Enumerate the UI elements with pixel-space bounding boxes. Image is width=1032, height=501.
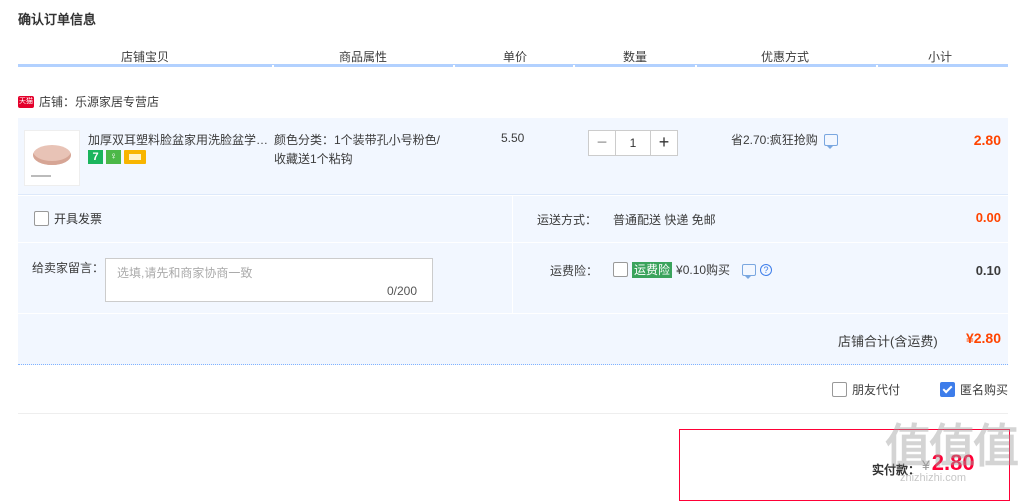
col-header-attr: 商品属性: [338, 50, 387, 64]
message-char-count: 0/200: [387, 284, 418, 298]
help-icon[interactable]: ?: [760, 263, 773, 276]
shop-row: 天猫 店铺：乐源家居专营店: [18, 93, 159, 110]
anonymous-option[interactable]: 匿名购买: [940, 381, 1008, 398]
insurance-option: 运费险 ¥0.10购买 ?: [613, 261, 773, 279]
product-thumbnail[interactable]: [24, 130, 80, 186]
invoice-checkbox[interactable]: [34, 211, 49, 226]
anonymous-label: 匿名购买: [960, 383, 1009, 397]
friend-pay-checkbox[interactable]: [832, 382, 847, 397]
header-gap: [695, 65, 697, 68]
promo-text: 省2.70:疯狂抢购: [731, 133, 818, 147]
shop-total-label: 店铺合计(含运费): [838, 334, 938, 349]
qty-plus-button[interactable]: +: [650, 130, 678, 156]
item-subtotal: 2.80: [973, 132, 1001, 148]
options-vertical-divider: [512, 196, 513, 314]
col-header-subtotal: 小计: [927, 50, 952, 64]
insurance-price: ¥0.10购买: [676, 263, 731, 277]
insurance-label: 运费险：: [550, 264, 599, 278]
shipping-fee: 0.00: [975, 210, 1001, 225]
col-header-price: 单价: [502, 50, 527, 64]
item-attributes: 颜色分类：1个装带孔小号粉色/ 收藏送1个粘钩: [274, 131, 454, 169]
insurance-badge: 运费险: [632, 261, 673, 278]
chat-icon[interactable]: [823, 133, 838, 149]
watermark-url: zhizhizhi.com: [900, 472, 967, 484]
shop-name[interactable]: 店铺：乐源家居专营店: [39, 93, 159, 110]
friend-pay-option[interactable]: 朋友代付: [832, 381, 900, 398]
attr-line: 收藏送1个粘钩: [274, 152, 353, 166]
header-gap: [876, 65, 878, 68]
header-divider: [18, 64, 1008, 67]
seven-day-return-icon[interactable]: 7: [88, 150, 103, 164]
shop-total-value: ¥2.80: [965, 330, 1001, 346]
col-header-promo: 优惠方式: [760, 50, 809, 64]
friend-pay-label: 朋友代付: [852, 383, 901, 397]
basin-image: [33, 145, 71, 165]
guarantee-icon[interactable]: ♀: [106, 150, 121, 164]
thumb-caption: [31, 175, 51, 177]
options-divider: [18, 242, 1008, 243]
qty-input[interactable]: 1: [616, 130, 650, 156]
header-gap: [573, 65, 575, 68]
header-gap: [272, 65, 274, 68]
item-row: [18, 118, 1008, 195]
watermark: 值值值: [885, 420, 1019, 472]
page-title: 确认订单信息: [18, 12, 97, 27]
message-placeholder: 选填,请先和商家协商一致: [117, 266, 253, 280]
header-gap: [453, 65, 455, 68]
col-header-qty: 数量: [622, 50, 647, 64]
item-badges: 7 ♀: [88, 150, 146, 164]
shipping-method: 普通配送 快递 免邮: [613, 213, 716, 227]
insurance-checkbox[interactable]: [613, 262, 628, 277]
invoice-option[interactable]: 开具发票: [34, 210, 102, 227]
insurance-fee: 0.10: [975, 263, 1001, 278]
qty-minus-button[interactable]: −: [588, 130, 616, 156]
options-divider: [18, 313, 1008, 314]
col-header-item: 店铺宝贝: [120, 50, 169, 64]
attr-line: 颜色分类：1个装带孔小号粉色/: [274, 133, 441, 147]
tmall-icon: 天猫: [18, 95, 34, 108]
message-label: 给卖家留言：: [32, 261, 105, 275]
quantity-stepper: − 1 +: [588, 130, 678, 156]
item-title-link[interactable]: 加厚双耳塑料脸盆家用洗脸盆学…: [88, 131, 268, 148]
invoice-label: 开具发票: [54, 212, 103, 226]
promo-info: 省2.70:疯狂抢购: [731, 131, 838, 149]
credit-card-icon[interactable]: [124, 150, 146, 164]
anonymous-checkbox[interactable]: [940, 382, 955, 397]
chat-icon[interactable]: [742, 263, 757, 279]
unit-price: 5.50: [501, 131, 525, 145]
section-divider: [18, 413, 1008, 414]
shipping-label: 运送方式：: [537, 213, 598, 227]
